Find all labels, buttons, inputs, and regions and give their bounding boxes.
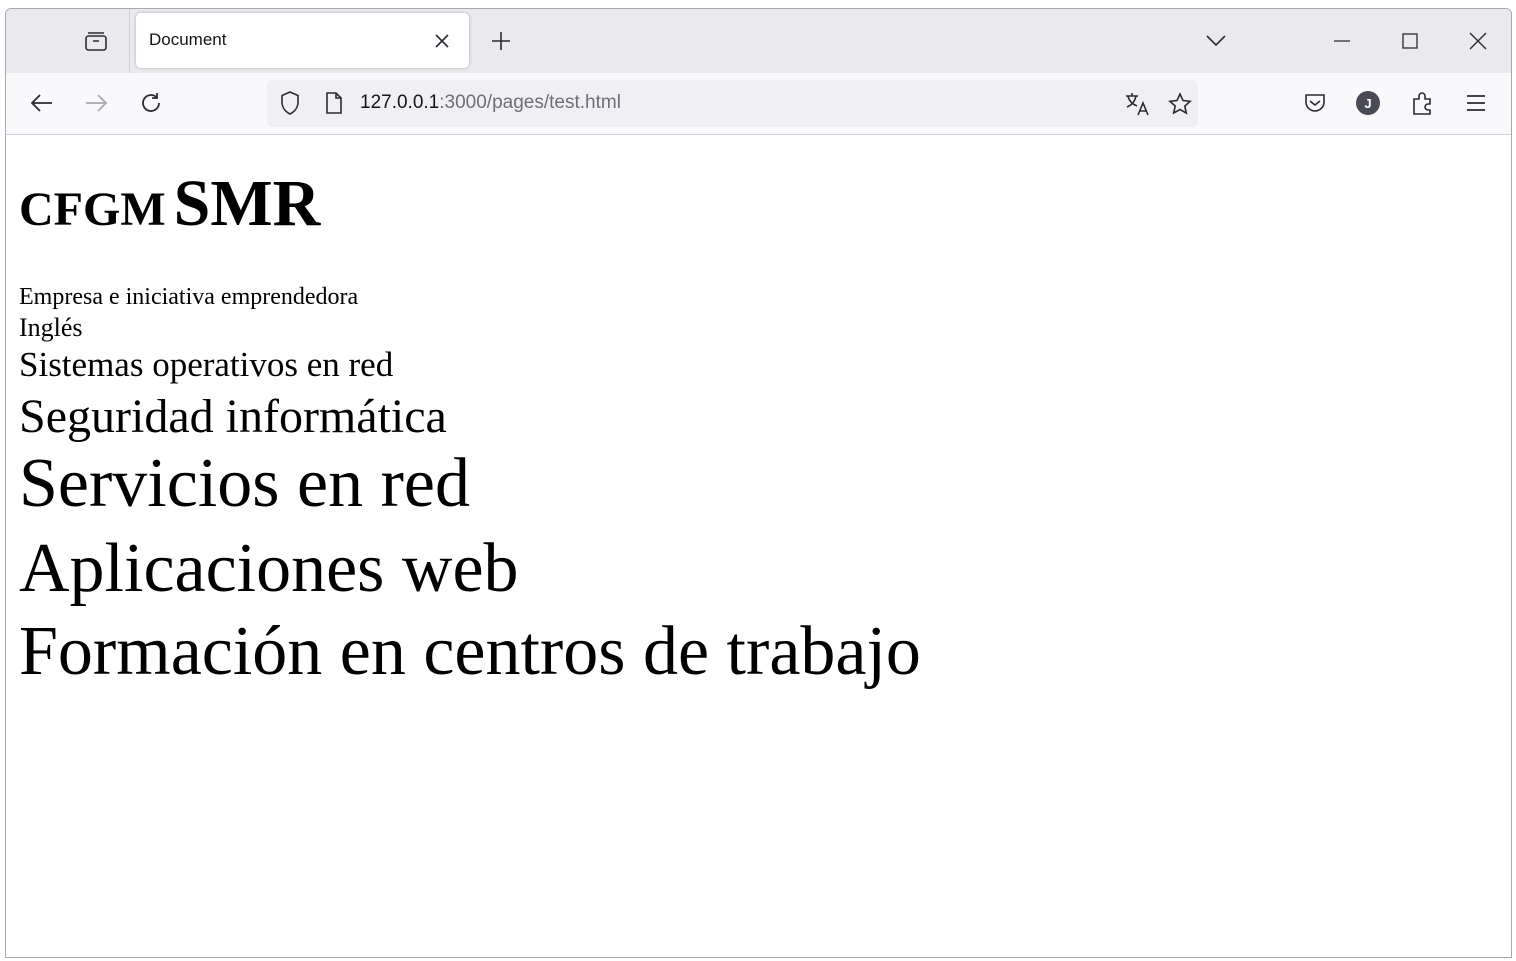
new-tab-icon[interactable] <box>487 27 515 55</box>
translate-icon[interactable] <box>1124 90 1152 118</box>
back-arrow-icon[interactable] <box>28 89 56 117</box>
avatar: J <box>1356 91 1380 115</box>
url-text[interactable]: 127.0.0.1:3000/pages/test.html <box>360 92 621 114</box>
list-all-tabs-icon[interactable] <box>1202 27 1230 55</box>
extensions-puzzle-icon[interactable] <box>1409 89 1437 117</box>
close-window-icon[interactable] <box>1464 27 1492 55</box>
tab-title: Document <box>149 30 227 49</box>
navigation-bar: 127.0.0.1:3000/pages/test.html J <box>6 73 1511 135</box>
url-path: :3000/pages/test.html <box>439 92 621 113</box>
page-title-small: CFGM <box>19 183 166 236</box>
account-avatar-icon[interactable]: J <box>1354 89 1382 117</box>
bookmark-star-icon[interactable] <box>1166 90 1194 118</box>
module-item: Servicios en red <box>19 445 470 522</box>
maximize-icon[interactable] <box>1396 27 1424 55</box>
module-item: Sistemas operativos en red <box>19 345 394 384</box>
pocket-icon[interactable] <box>1301 89 1329 117</box>
shield-icon[interactable] <box>277 90 303 116</box>
module-item: Empresa e iniciativa emprendedora <box>19 284 359 310</box>
page-title: CFGM SMR <box>19 171 320 237</box>
minimize-icon[interactable] <box>1328 27 1356 55</box>
close-tab-icon[interactable] <box>430 29 454 53</box>
browser-window: Document 127.0.0.1:3000/pages/test.html … <box>5 8 1512 958</box>
module-item: Seguridad informática <box>19 390 447 443</box>
reload-icon[interactable] <box>136 88 166 118</box>
hamburger-menu-icon[interactable] <box>1462 89 1490 117</box>
module-item: Aplicaciones web <box>19 530 519 607</box>
page-content: CFGM SMR Empresa e iniciativa emprendedo… <box>6 135 1511 957</box>
tab-strip: Document <box>6 9 1511 73</box>
page-info-icon[interactable] <box>322 91 346 115</box>
url-bar[interactable]: 127.0.0.1:3000/pages/test.html <box>267 80 1198 127</box>
tab-document[interactable]: Document <box>136 13 469 68</box>
module-item: Inglés <box>19 313 83 342</box>
url-host: 127.0.0.1 <box>360 92 440 113</box>
tab-overview-icon[interactable] <box>81 26 111 56</box>
forward-arrow-icon[interactable] <box>82 89 110 117</box>
tabstrip-left-area <box>6 9 130 73</box>
module-item: Formación en centros de trabajo <box>19 613 921 690</box>
page-title-big: SMR <box>173 167 321 240</box>
